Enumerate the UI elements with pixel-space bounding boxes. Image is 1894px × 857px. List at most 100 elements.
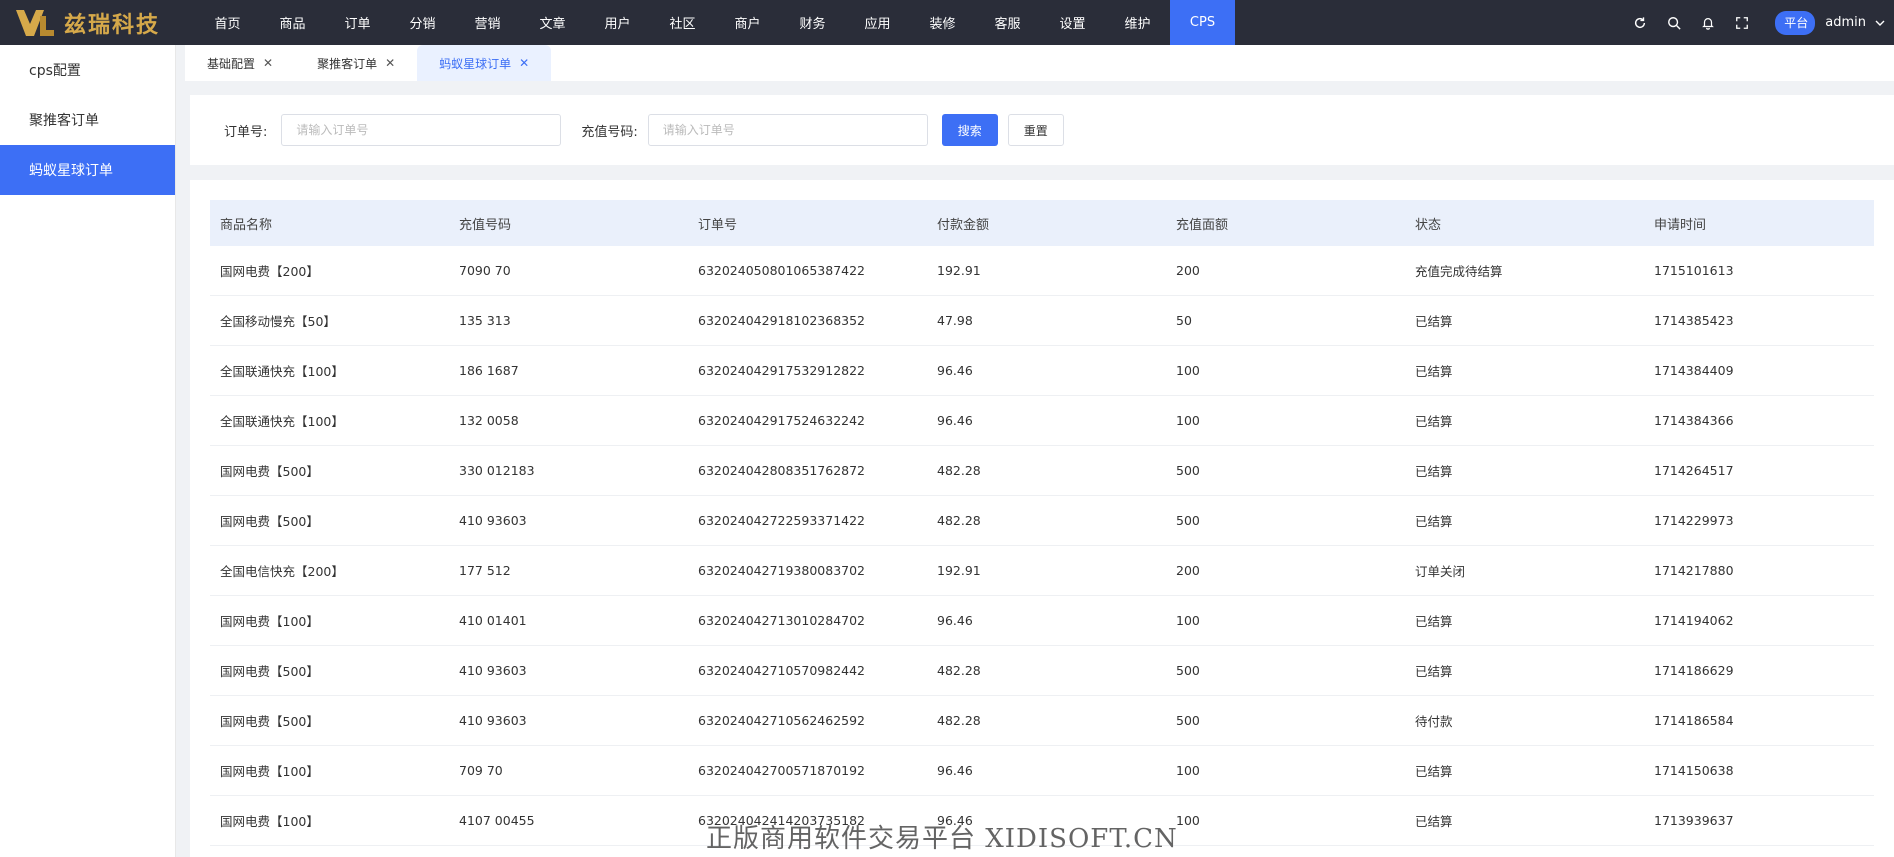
nav-item[interactable]: 财务 (780, 0, 845, 45)
nav-item[interactable]: 应用 (845, 0, 910, 45)
phone-number-input[interactable] (647, 114, 928, 146)
table-cell: 410 93603 (459, 513, 527, 528)
table-cell: 100 (1176, 813, 1200, 828)
table-cell: 500 (1176, 663, 1200, 678)
table-cell: 100 (1176, 613, 1200, 628)
tab-basic-config[interactable]: 基础配置 ✕ (185, 45, 295, 81)
table-cell: 已结算 (1415, 664, 1453, 679)
table-header: 商品名称 充值号码 订单号 付款金额 充值面额 状态 申请时间 (210, 200, 1874, 246)
refresh-icon[interactable] (1623, 0, 1657, 45)
table-cell: 1714384409 (1654, 363, 1734, 378)
sidebar-item-cps-config[interactable]: cps配置 (0, 45, 175, 95)
table-row[interactable]: 国网电费【100】 410 01401 632024042713010284702 9… (210, 596, 1874, 646)
nav-item[interactable]: 订单 (325, 0, 390, 45)
table-row[interactable]: 全国移动慢充【50】 135 313 632024042918102368352 47… (210, 296, 1874, 346)
nav-item[interactable]: 文章 (520, 0, 585, 45)
nav-item[interactable]: 维护 (1105, 0, 1170, 45)
nav-item[interactable]: 首页 (195, 0, 260, 45)
table-cell: 已结算 (1415, 364, 1453, 379)
nav-item[interactable]: 商户 (715, 0, 780, 45)
table-cell: 96.46 (937, 413, 973, 428)
table-cell: 632024042713010284702 (698, 613, 866, 628)
table-cell: 7090 70 (459, 263, 511, 278)
sidebar: cps配置 聚推客订单 蚂蚁星球订单 (0, 45, 176, 857)
table-cell: 135 313 (459, 313, 511, 328)
table-row[interactable]: 国网电费【100】 709 70 632024042700571870192 96.4… (210, 746, 1874, 796)
table-cell: 482.28 (937, 513, 981, 528)
table-row[interactable]: 全国联通快充【100】 186 1687 632024042917532912822… (210, 346, 1874, 396)
close-icon[interactable]: ✕ (519, 56, 529, 70)
table-cell: 500 (1176, 513, 1200, 528)
search-button[interactable]: 搜索 (941, 114, 998, 146)
nav-item[interactable]: 客服 (975, 0, 1040, 45)
table-cell: 632024042710562462592 (698, 713, 866, 728)
table-cell: 192.91 (937, 263, 981, 278)
table-cell: 482.28 (937, 463, 981, 478)
column-header: 充值号码 (459, 217, 512, 233)
sidebar-item-mayi-orders[interactable]: 蚂蚁星球订单 (0, 145, 175, 195)
table-cell: 500 (1176, 463, 1200, 478)
orders-table: 商品名称 充值号码 订单号 付款金额 充值面额 状态 申请时间 国网电费【200】 7090 … (210, 200, 1874, 846)
table-cell: 96.46 (937, 613, 973, 628)
table-row[interactable]: 全国联通快充【100】 132 0058 632024042917524632242… (210, 396, 1874, 446)
table-cell: 410 93603 (459, 713, 527, 728)
table-cell: 全国联通快充【100】 (220, 364, 344, 379)
close-icon[interactable]: ✕ (263, 56, 273, 70)
reset-button[interactable]: 重置 (1007, 114, 1064, 146)
table-row[interactable]: 国网电费【500】 410 93603 632024042710562462592 4… (210, 696, 1874, 746)
brand-logo[interactable]: 兹瑞科技 (0, 0, 195, 45)
nav-item[interactable]: 用户 (585, 0, 650, 45)
nav-item[interactable]: CPS (1170, 0, 1235, 45)
order-number-input[interactable] (281, 114, 562, 146)
nav-item[interactable]: 营销 (455, 0, 520, 45)
tab-jutuike-orders[interactable]: 聚推客订单 ✕ (295, 45, 417, 81)
table-cell: 待付款 (1415, 714, 1453, 729)
table-cell: 1714264517 (1654, 463, 1734, 478)
header-tools: 平台 admin (1623, 0, 1894, 45)
table-cell: 已结算 (1415, 614, 1453, 629)
table-row[interactable]: 国网电费【200】 7090 70 632024050801065387422 192… (210, 246, 1874, 296)
tab-mayi-orders[interactable]: 蚂蚁星球订单 ✕ (417, 45, 552, 81)
table-row[interactable]: 国网电费【500】 410 93603 632024042722593371422 4… (210, 496, 1874, 546)
table-cell: 1714385423 (1654, 313, 1734, 328)
nav-item[interactable]: 分销 (390, 0, 455, 45)
table-cell: 国网电费【500】 (220, 664, 319, 679)
username[interactable]: admin (1825, 15, 1866, 30)
table-cell: 482.28 (937, 663, 981, 678)
table-cell: 已结算 (1415, 814, 1453, 829)
fullscreen-icon[interactable] (1725, 0, 1759, 45)
table-row[interactable]: 国网电费【500】 330 012183 632024042808351762872… (210, 446, 1874, 496)
search-icon[interactable] (1657, 0, 1691, 45)
table-cell: 132 0058 (459, 413, 519, 428)
table-cell: 632024042917532912822 (698, 363, 866, 378)
table-cell: 1714150638 (1654, 763, 1734, 778)
logo-mark-icon (14, 7, 56, 39)
table-cell: 482.28 (937, 713, 981, 728)
column-header: 充值面额 (1176, 217, 1229, 233)
column-header: 付款金额 (937, 217, 990, 233)
column-header: 订单号 (698, 217, 738, 233)
table-cell: 国网电费【500】 (220, 714, 319, 729)
table-cell: 96.46 (937, 363, 973, 378)
platform-badge[interactable]: 平台 (1775, 10, 1816, 35)
chevron-down-icon[interactable] (1866, 0, 1894, 45)
nav-item[interactable]: 装修 (910, 0, 975, 45)
table-cell: 1713939637 (1654, 813, 1734, 828)
table-cell: 已结算 (1415, 464, 1453, 479)
phone-number-label: 充值号码: (581, 124, 638, 140)
top-navbar: 兹瑞科技 首页 商品 订单 分销 营销 文章 用户 社区 商户 财务 应用 装修 客服 设置 维护 CPS 平… (0, 0, 1894, 45)
table-row[interactable]: 国网电费【500】 410 93603 632024042710570982442 4… (210, 646, 1874, 696)
bell-icon[interactable] (1691, 0, 1725, 45)
nav-item[interactable]: 社区 (650, 0, 715, 45)
table-cell: 已结算 (1415, 514, 1453, 529)
table-row[interactable]: 全国电信快充【200】 177 512 632024042719380083702 1… (210, 546, 1874, 596)
nav-item[interactable]: 商品 (260, 0, 325, 45)
nav-item[interactable]: 设置 (1040, 0, 1105, 45)
sidebar-item-jutuike-orders[interactable]: 聚推客订单 (0, 95, 175, 145)
table-cell: 632024042918102368352 (698, 313, 866, 328)
table-cell: 1714384366 (1654, 413, 1734, 428)
close-icon[interactable]: ✕ (385, 56, 395, 70)
table-cell: 1714217880 (1654, 563, 1734, 578)
main-nav: 首页 商品 订单 分销 营销 文章 用户 社区 商户 财务 应用 装修 客服 设置 维护 CPS (195, 0, 1235, 45)
table-cell: 已结算 (1415, 764, 1453, 779)
